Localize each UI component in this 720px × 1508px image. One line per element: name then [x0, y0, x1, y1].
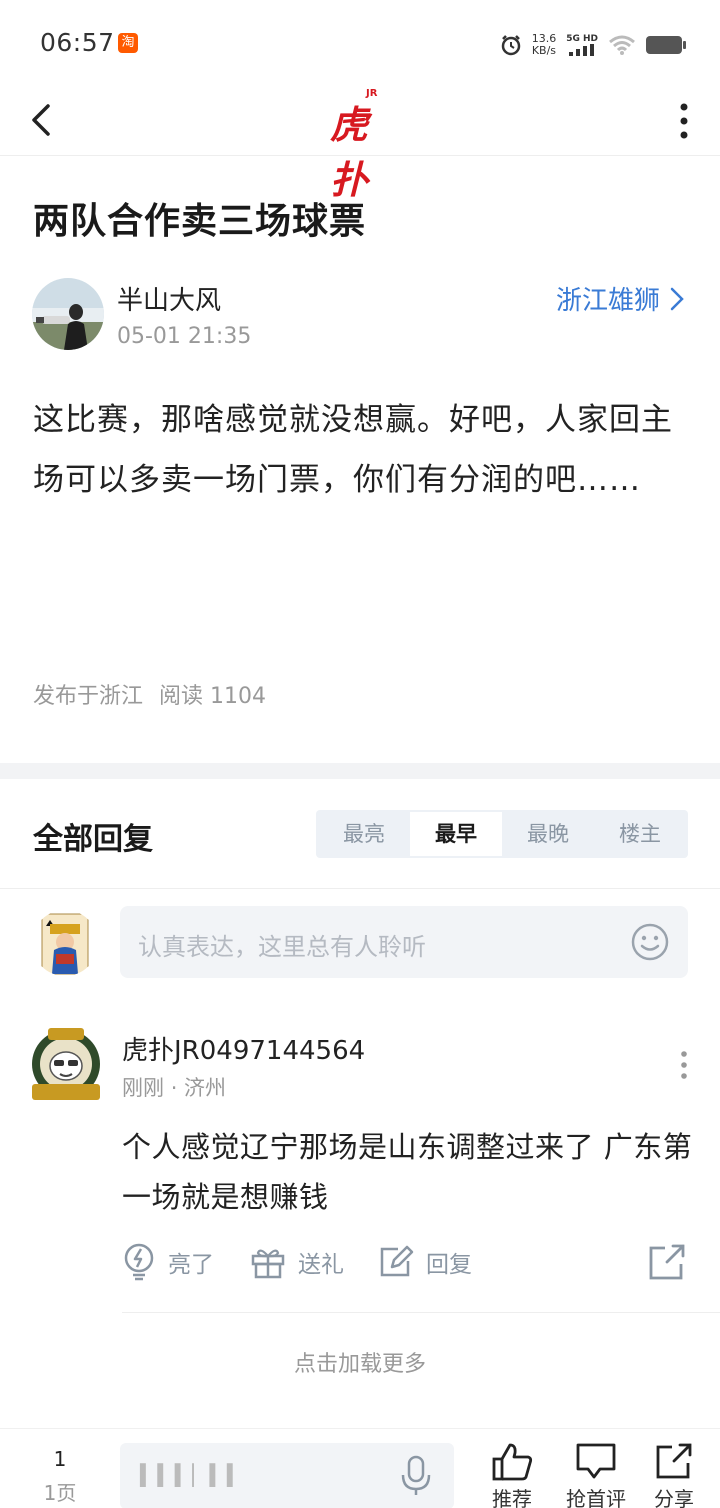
- post-meta: 发布于浙江 阅读 1104: [33, 678, 266, 710]
- microphone-icon[interactable]: [400, 1455, 432, 1497]
- reply-input[interactable]: 认真表达，这里总有人聆听: [120, 906, 688, 978]
- meta-separator: ·: [170, 1076, 185, 1100]
- status-icons: 13.6 KB/s 5G HD: [500, 30, 686, 60]
- post-location: 发布于浙江: [33, 684, 144, 709]
- more-vertical-icon[interactable]: [674, 94, 694, 144]
- reply-sort-tabs: 最亮 最早 最晚 楼主: [316, 810, 688, 858]
- status-bar: 06:57 淘 13.6 KB/s 5G HD: [0, 0, 720, 84]
- comment-time: 刚刚: [122, 1076, 164, 1100]
- page-indicator[interactable]: 1 1页: [30, 1447, 90, 1506]
- light-label: 亮了: [168, 1252, 214, 1278]
- network-type-label: 5G HD: [566, 34, 598, 44]
- net-speed: 13.6 KB/s: [531, 32, 557, 57]
- zhejiang-badge-avatar-image: [32, 1028, 100, 1100]
- post-timestamp: 05-01 21:35: [117, 324, 252, 349]
- author-avatar-image: [32, 278, 104, 350]
- page-total: 1页: [43, 1481, 77, 1505]
- chevron-right-icon: [670, 287, 684, 310]
- back-arrow-icon[interactable]: [24, 92, 64, 148]
- load-more-button[interactable]: 点击加载更多: [0, 1346, 720, 1378]
- sort-tab-brightest[interactable]: 最亮: [318, 812, 410, 856]
- first-comment-button[interactable]: 抢首评: [566, 1441, 626, 1508]
- comment-text: 个人感觉辽宁那场是山东调整过来了 广东第一场就是想赚钱: [122, 1130, 693, 1214]
- wifi-icon: [609, 35, 635, 55]
- battery-icon: [646, 36, 686, 54]
- bottom-reply-input[interactable]: ▍▍▍▏▍▍: [120, 1443, 454, 1508]
- comment-location: 济州: [184, 1076, 227, 1100]
- section-divider: [0, 763, 720, 779]
- edit-reply-icon: [380, 1245, 414, 1277]
- signal-icon: [569, 44, 595, 56]
- top-nav-bar: 虎扑 JR: [0, 84, 720, 202]
- recommend-button[interactable]: 推荐: [490, 1441, 534, 1508]
- post-read-count: 阅读 1104: [159, 684, 266, 709]
- reply-button[interactable]: 回复: [378, 1238, 472, 1286]
- gift-label: 送礼: [298, 1252, 344, 1278]
- page-current: 1: [53, 1447, 67, 1471]
- comment-divider: [122, 1312, 720, 1313]
- team-link[interactable]: 浙江雄狮: [556, 280, 684, 317]
- commenter-avatar[interactable]: [30, 1026, 102, 1102]
- first-comment-label: 抢首评: [566, 1487, 626, 1508]
- emoji-icon[interactable]: [630, 922, 670, 962]
- header-divider: [0, 888, 720, 889]
- comment-bubble-icon: [576, 1443, 616, 1479]
- author-name[interactable]: 半山大风: [117, 280, 221, 317]
- light-button[interactable]: 亮了: [122, 1238, 214, 1286]
- reply-label: 回复: [426, 1252, 472, 1278]
- post-title: 两队合作卖三场球票: [33, 201, 367, 242]
- comment-more-icon[interactable]: [674, 1048, 694, 1082]
- author-avatar[interactable]: [32, 278, 104, 350]
- commenter-username[interactable]: 虎扑JR0497144564: [122, 1030, 365, 1067]
- team-name: 浙江雄狮: [555, 286, 660, 316]
- taobao-notification-icon: 淘: [118, 33, 138, 53]
- my-avatar[interactable]: [32, 910, 98, 976]
- post-body: 这比赛，那啥感觉就没想赢。好吧，人家回主场可以多卖一场门票，你们有分润的吧……: [33, 402, 673, 498]
- share-out-icon[interactable]: [647, 1242, 687, 1282]
- comment-actions: 亮了 送礼 回复: [122, 1238, 697, 1286]
- status-time: 06:57: [40, 28, 115, 57]
- gift-icon: [251, 1249, 285, 1279]
- hupu-logo: 虎扑 JR: [330, 86, 394, 202]
- draft-text-placeholder: ▍▍▍▏▍▍: [140, 1463, 245, 1487]
- logo-text: 虎扑: [330, 103, 368, 202]
- thumbs-up-icon: [492, 1443, 533, 1481]
- bottom-action-bar: 1 1页 ▍▍▍▏▍▍ 推荐 抢首评 分享: [0, 1428, 720, 1508]
- all-replies-title: 全部回复: [33, 822, 153, 857]
- sort-tab-op-only[interactable]: 楼主: [594, 812, 686, 856]
- lightbulb-icon: [124, 1243, 154, 1281]
- reply-input-placeholder: 认真表达，这里总有人聆听: [138, 933, 426, 961]
- share-icon: [656, 1443, 692, 1479]
- alarm-icon: [501, 35, 520, 56]
- share-label: 分享: [654, 1487, 694, 1508]
- share-button[interactable]: 分享: [652, 1441, 696, 1508]
- comment-meta: 刚刚 · 济州: [122, 1072, 226, 1102]
- logo-badge: JR: [366, 88, 378, 99]
- signal-group: 5G HD: [566, 34, 598, 56]
- gift-button[interactable]: 送礼: [250, 1238, 344, 1286]
- queen-card-avatar-image: [32, 910, 98, 976]
- sort-tab-earliest[interactable]: 最早: [410, 812, 502, 856]
- sort-tab-latest[interactable]: 最晚: [502, 812, 594, 856]
- recommend-label: 推荐: [492, 1487, 532, 1508]
